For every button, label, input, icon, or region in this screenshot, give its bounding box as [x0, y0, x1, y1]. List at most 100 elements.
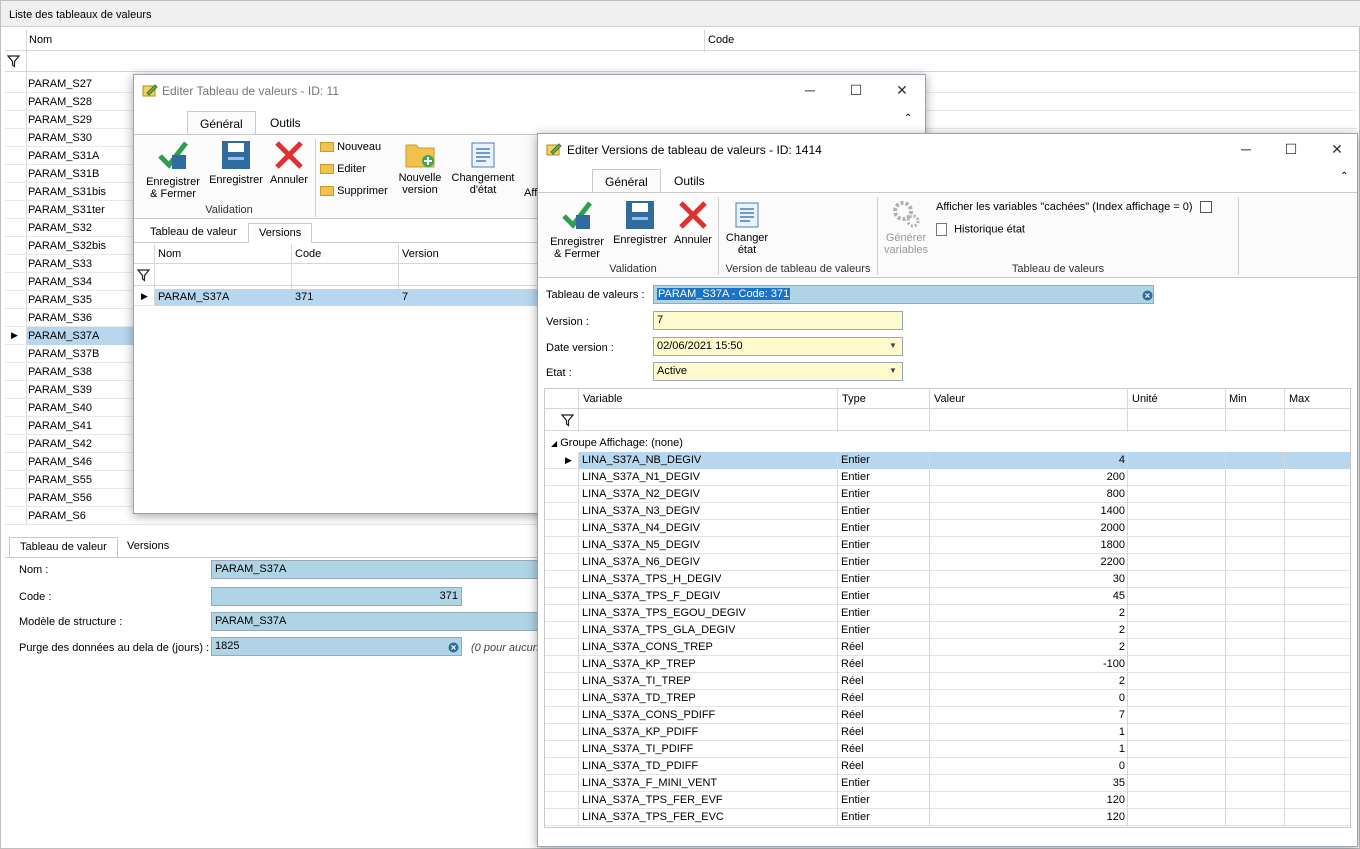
table-row[interactable]: LINA_S37A_TPS_EGOU_DEGIV Entier 2 — [545, 605, 1350, 622]
table-row[interactable]: LINA_S37A_N3_DEGIV Entier 1400 — [545, 503, 1350, 520]
col-valeur[interactable]: Valeur — [934, 393, 965, 405]
win2-save-button[interactable]: Enregistrer — [610, 199, 670, 246]
win1-tab-outils[interactable]: Outils — [258, 111, 313, 135]
win1-cell-version: 7 — [402, 291, 409, 303]
win1-tab-tableau-de-valeur[interactable]: Tableau de valeur — [140, 223, 247, 243]
valeur-cell: 30 — [1112, 573, 1125, 585]
win2-cancel-button[interactable]: Annuler — [672, 199, 714, 246]
changer-etat-button[interactable]: Changer état — [722, 201, 772, 256]
win2-tab-outils[interactable]: Outils — [662, 169, 717, 193]
col-type[interactable]: Type — [842, 393, 866, 405]
table-row[interactable]: LINA_S37A_N4_DEGIV Entier 2000 — [545, 520, 1350, 537]
col-min[interactable]: Min — [1229, 393, 1247, 405]
list-item-label: PARAM_S35 — [28, 294, 92, 306]
col-max[interactable]: Max — [1289, 393, 1310, 405]
table-row[interactable]: LINA_S37A_TPS_H_DEGIV Entier 30 — [545, 571, 1350, 588]
win1-col-code[interactable]: Code — [295, 248, 321, 260]
close-button[interactable]: ✕ — [892, 81, 912, 99]
collapse-ribbon-icon[interactable]: ⌃ — [1340, 171, 1348, 182]
table-row[interactable]: LINA_S37A_N2_DEGIV Entier 800 — [545, 486, 1350, 503]
type-cell: Entier — [841, 471, 870, 483]
table-row[interactable]: LINA_S37A_TI_PDIFF Réel 1 — [545, 741, 1350, 758]
table-row[interactable]: LINA_S37A_CONS_PDIFF Réel 7 — [545, 707, 1350, 724]
collapse-ribbon-icon[interactable]: ⌃ — [904, 113, 912, 124]
table-row[interactable]: LINA_S37A_TPS_FER_EVF Entier 120 — [545, 792, 1350, 809]
table-row[interactable]: ▶ LINA_S37A_NB_DEGIV Entier 4 — [545, 452, 1350, 469]
win1-save-button[interactable]: Enregistrer — [206, 139, 266, 186]
table-row[interactable]: LINA_S37A_KP_PDIFF Réel 1 — [545, 724, 1350, 741]
maximize-button[interactable]: ☐ — [1281, 140, 1301, 158]
list-item-label: PARAM_S42 — [28, 438, 92, 450]
field-date[interactable]: 02/06/2021 15:50 — [653, 337, 903, 356]
table-row[interactable]: LINA_S37A_TPS_GLA_DEGIV Entier 2 — [545, 622, 1350, 639]
show-hidden-checkbox[interactable] — [1199, 201, 1212, 214]
supprimer-button[interactable]: Supprimer — [320, 185, 388, 197]
type-cell: Entier — [841, 488, 870, 500]
chevron-down-icon[interactable]: ▼ — [889, 366, 897, 375]
table-row[interactable]: LINA_S37A_TD_TREP Réel 0 — [545, 690, 1350, 707]
minimize-button[interactable]: ─ — [800, 81, 820, 99]
win1-cancel-button[interactable]: Annuler — [268, 139, 310, 186]
table-row[interactable]: LINA_S37A_CONS_TREP Réel 2 — [545, 639, 1350, 656]
table-row[interactable]: LINA_S37A_F_MINI_VENT Entier 35 — [545, 775, 1350, 792]
field-etat[interactable]: Active — [653, 362, 903, 381]
column-header-nom[interactable]: Nom — [29, 34, 52, 46]
filter-icon[interactable] — [7, 55, 20, 68]
group-row[interactable]: ◢ Groupe Affichage: (none) — [551, 437, 683, 449]
filter-icon[interactable] — [137, 269, 150, 282]
col-unite[interactable]: Unité — [1132, 393, 1158, 405]
variables-filter-row[interactable] — [545, 409, 1350, 431]
label-etat: Etat : — [546, 367, 572, 379]
field-version[interactable]: 7 — [653, 311, 903, 330]
win1-tab-versions[interactable]: Versions — [248, 223, 313, 243]
col-variable[interactable]: Variable — [583, 393, 623, 405]
table-row[interactable]: LINA_S37A_TD_PDIFF Réel 0 — [545, 758, 1350, 775]
editer-button[interactable]: Editer — [320, 163, 366, 175]
changement-etat-button[interactable]: Changement d'état — [448, 141, 518, 196]
table-row[interactable]: LINA_S37A_TPS_F_DEGIV Entier 45 — [545, 588, 1350, 605]
type-cell: Entier — [841, 607, 870, 619]
table-row[interactable]: LINA_S37A_KP_TREP Réel -100 — [545, 656, 1350, 673]
minimize-button[interactable]: ─ — [1236, 140, 1256, 158]
generer-variables-button[interactable]: Générer variables — [880, 199, 932, 256]
column-header-code[interactable]: Code — [708, 34, 734, 46]
clear-icon[interactable] — [1142, 290, 1153, 301]
table-row[interactable]: LINA_S37A_TI_TREP Réel 2 — [545, 673, 1350, 690]
valeur-cell: 4 — [1118, 454, 1125, 466]
label-tableau: Tableau de valeurs : — [546, 289, 645, 301]
field-nom[interactable]: PARAM_S37A — [211, 560, 541, 579]
nouvelle-version-button[interactable]: Nouvelle version — [392, 141, 448, 196]
win2-tab-general[interactable]: Général — [592, 169, 661, 193]
historique-etat-button[interactable]: Historique état — [936, 223, 1025, 236]
field-code[interactable]: 371 — [211, 587, 462, 606]
table-row[interactable]: LINA_S37A_N6_DEGIV Entier 2200 — [545, 554, 1350, 571]
win1-col-nom[interactable]: Nom — [158, 248, 181, 260]
aff-button[interactable]: Aff — [524, 187, 537, 199]
clear-icon[interactable] — [448, 642, 459, 653]
field-purge[interactable]: 1825 — [211, 637, 462, 656]
main-filter-row[interactable] — [5, 51, 1357, 72]
variable-cell: LINA_S37A_N3_DEGIV — [582, 505, 701, 517]
table-row[interactable]: LINA_S37A_N5_DEGIV Entier 1800 — [545, 537, 1350, 554]
table-row[interactable]: LINA_S37A_N1_DEGIV Entier 200 — [545, 469, 1350, 486]
show-hidden-variables[interactable]: Afficher les variables "cachées" (Index … — [936, 201, 1212, 214]
nouveau-button[interactable]: Nouveau — [320, 141, 381, 153]
chevron-down-icon[interactable]: ▼ — [889, 341, 897, 350]
win1-tab-general[interactable]: Général — [187, 111, 256, 135]
valeur-cell: -100 — [1102, 658, 1125, 670]
win1-save-close-button[interactable]: Enregistrer & Fermer — [142, 139, 204, 200]
maximize-button[interactable]: ☐ — [846, 81, 866, 99]
win1-col-version[interactable]: Version — [402, 248, 439, 260]
filter-icon[interactable] — [561, 414, 574, 427]
close-button[interactable]: ✕ — [1327, 140, 1347, 158]
collapse-triangle-icon[interactable]: ◢ — [551, 439, 557, 448]
table-row[interactable]: LINA_S37A_TPS_FER_EVC Entier 120 — [545, 809, 1350, 826]
variable-cell: LINA_S37A_F_MINI_VENT — [582, 777, 718, 789]
valeur-cell: 1800 — [1100, 539, 1125, 551]
field-modele[interactable]: PARAM_S37A — [211, 612, 541, 631]
tab-versions[interactable]: Versions — [117, 537, 179, 557]
variable-cell: LINA_S37A_TD_PDIFF — [582, 760, 699, 772]
tab-tableau-de-valeur[interactable]: Tableau de valeur — [9, 537, 118, 557]
win2-save-close-button[interactable]: Enregistrer & Fermer — [546, 199, 608, 260]
field-tableau[interactable]: PARAM_S37A - Code: 371 — [653, 285, 1154, 304]
